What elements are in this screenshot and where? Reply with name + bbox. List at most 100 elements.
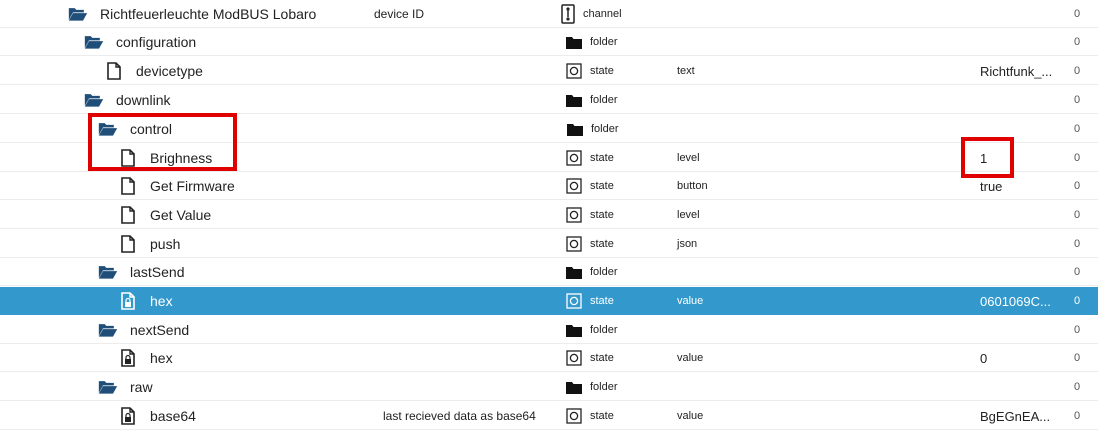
tree-row-brighness[interactable]: Brighness state level 1 0 xyxy=(0,144,1098,172)
object-name: Get Value xyxy=(118,201,211,229)
file-icon xyxy=(118,206,138,224)
object-name: downlink xyxy=(84,86,170,114)
object-type: folder xyxy=(566,86,618,114)
object-name: Get Firmware xyxy=(118,172,235,200)
object-role: json xyxy=(677,238,698,250)
object-type: state xyxy=(566,344,614,372)
folder-open-icon xyxy=(98,321,118,339)
object-acl: 0 xyxy=(1074,36,1081,48)
object-acl: 0 xyxy=(1074,324,1081,336)
object-acl: 0 xyxy=(1074,410,1081,422)
object-role: text xyxy=(677,65,695,77)
tree-row-device[interactable]: Richtfeuerleuchte ModBUS Lobaro device I… xyxy=(0,0,1098,28)
object-name: control xyxy=(98,115,172,143)
object-value[interactable]: 0601069C... xyxy=(980,287,1060,315)
object-acl: 0 xyxy=(1074,152,1081,164)
tree-row-get-value[interactable]: Get Value state level 0 xyxy=(0,201,1098,229)
folder-open-icon xyxy=(68,5,88,23)
file-icon xyxy=(118,177,138,195)
tree-row-base64[interactable]: base64 last recieved data as base64 stat… xyxy=(0,402,1098,430)
tree-row-get-firmware[interactable]: Get Firmware state button true 0 xyxy=(0,172,1098,200)
state-icon xyxy=(566,207,582,223)
tree-row-devicetype[interactable]: devicetype state text Richtfunk_... 0 xyxy=(0,57,1098,85)
object-name: lastSend xyxy=(98,258,184,286)
object-role: value xyxy=(677,410,704,422)
folder-icon xyxy=(566,322,582,338)
tree-row-push[interactable]: push state json 0 xyxy=(0,230,1098,258)
object-name: base64 xyxy=(118,402,196,430)
state-icon xyxy=(566,293,582,309)
object-type: state xyxy=(566,287,614,315)
object-acl: 0 xyxy=(1074,123,1081,135)
object-type: state xyxy=(566,230,614,258)
state-icon xyxy=(566,63,582,79)
tree-row-nextsend-hex[interactable]: hex state value 0 0 xyxy=(0,344,1098,372)
object-acl: 0 xyxy=(1074,266,1081,278)
folder-icon xyxy=(566,379,582,395)
object-description: last recieved data as base64 xyxy=(383,409,536,423)
object-type: state xyxy=(566,57,614,85)
file-icon xyxy=(118,149,138,167)
object-value[interactable]: 1 xyxy=(980,144,1060,172)
object-type: folder xyxy=(566,316,618,344)
folder-open-icon xyxy=(98,378,118,396)
object-role: level xyxy=(677,209,700,221)
folder-open-icon xyxy=(98,120,118,138)
object-type: folder xyxy=(566,373,618,401)
locked-file-icon xyxy=(118,407,138,425)
object-name: configuration xyxy=(84,28,196,56)
locked-file-icon xyxy=(118,349,138,367)
object-value[interactable]: BgEGnEA... xyxy=(980,402,1060,430)
object-name: nextSend xyxy=(98,316,189,344)
object-role: button xyxy=(677,180,708,192)
object-name: Brighness xyxy=(118,144,212,172)
tree-row-lastsend[interactable]: lastSend folder 0 xyxy=(0,258,1098,286)
object-acl: 0 xyxy=(1074,209,1081,221)
object-name: Richtfeuerleuchte ModBUS Lobaro xyxy=(68,0,316,28)
channel-icon xyxy=(561,4,575,24)
object-value[interactable]: Richtfunk_... xyxy=(980,57,1060,85)
object-acl: 0 xyxy=(1074,352,1081,364)
object-name: hex xyxy=(118,344,173,372)
object-tree: Richtfeuerleuchte ModBUS Lobaro device I… xyxy=(0,0,1098,433)
object-acl: 0 xyxy=(1074,8,1081,20)
object-role: level xyxy=(677,152,700,164)
object-value[interactable]: 0 xyxy=(980,344,1060,372)
object-acl: 0 xyxy=(1074,295,1081,307)
object-type: state xyxy=(566,402,614,430)
object-type: folder xyxy=(567,115,619,143)
state-icon xyxy=(566,178,582,194)
locked-file-icon xyxy=(118,292,138,310)
object-name: push xyxy=(118,230,180,258)
state-icon xyxy=(566,408,582,424)
object-acl: 0 xyxy=(1074,381,1081,393)
folder-icon xyxy=(566,92,582,108)
object-type: folder xyxy=(566,258,618,286)
object-type: state xyxy=(566,144,614,172)
tree-row-raw[interactable]: raw folder 0 xyxy=(0,373,1098,401)
file-icon xyxy=(118,235,138,253)
object-description: device ID xyxy=(374,7,425,21)
object-acl: 0 xyxy=(1074,65,1081,77)
state-icon xyxy=(566,236,582,252)
object-role: value xyxy=(677,295,704,307)
object-type: channel xyxy=(561,0,622,28)
folder-open-icon xyxy=(84,33,104,51)
object-value[interactable]: true xyxy=(980,172,1060,200)
object-acl: 0 xyxy=(1074,238,1081,250)
object-name: raw xyxy=(98,373,153,401)
tree-row-nextsend[interactable]: nextSend folder 0 xyxy=(0,316,1098,344)
tree-row-configuration[interactable]: configuration folder 0 xyxy=(0,28,1098,56)
tree-row-downlink[interactable]: downlink folder 0 xyxy=(0,86,1098,114)
object-name: devicetype xyxy=(104,57,203,85)
state-icon xyxy=(566,150,582,166)
tree-row-control[interactable]: control folder 0 xyxy=(0,115,1098,143)
folder-icon xyxy=(566,34,582,50)
object-type: state xyxy=(566,201,614,229)
object-acl: 0 xyxy=(1074,180,1081,192)
object-acl: 0 xyxy=(1074,94,1081,106)
folder-open-icon xyxy=(98,263,118,281)
state-icon xyxy=(566,350,582,366)
folder-open-icon xyxy=(84,91,104,109)
tree-row-lastsend-hex[interactable]: hex state value 0601069C... 0 xyxy=(0,287,1098,315)
